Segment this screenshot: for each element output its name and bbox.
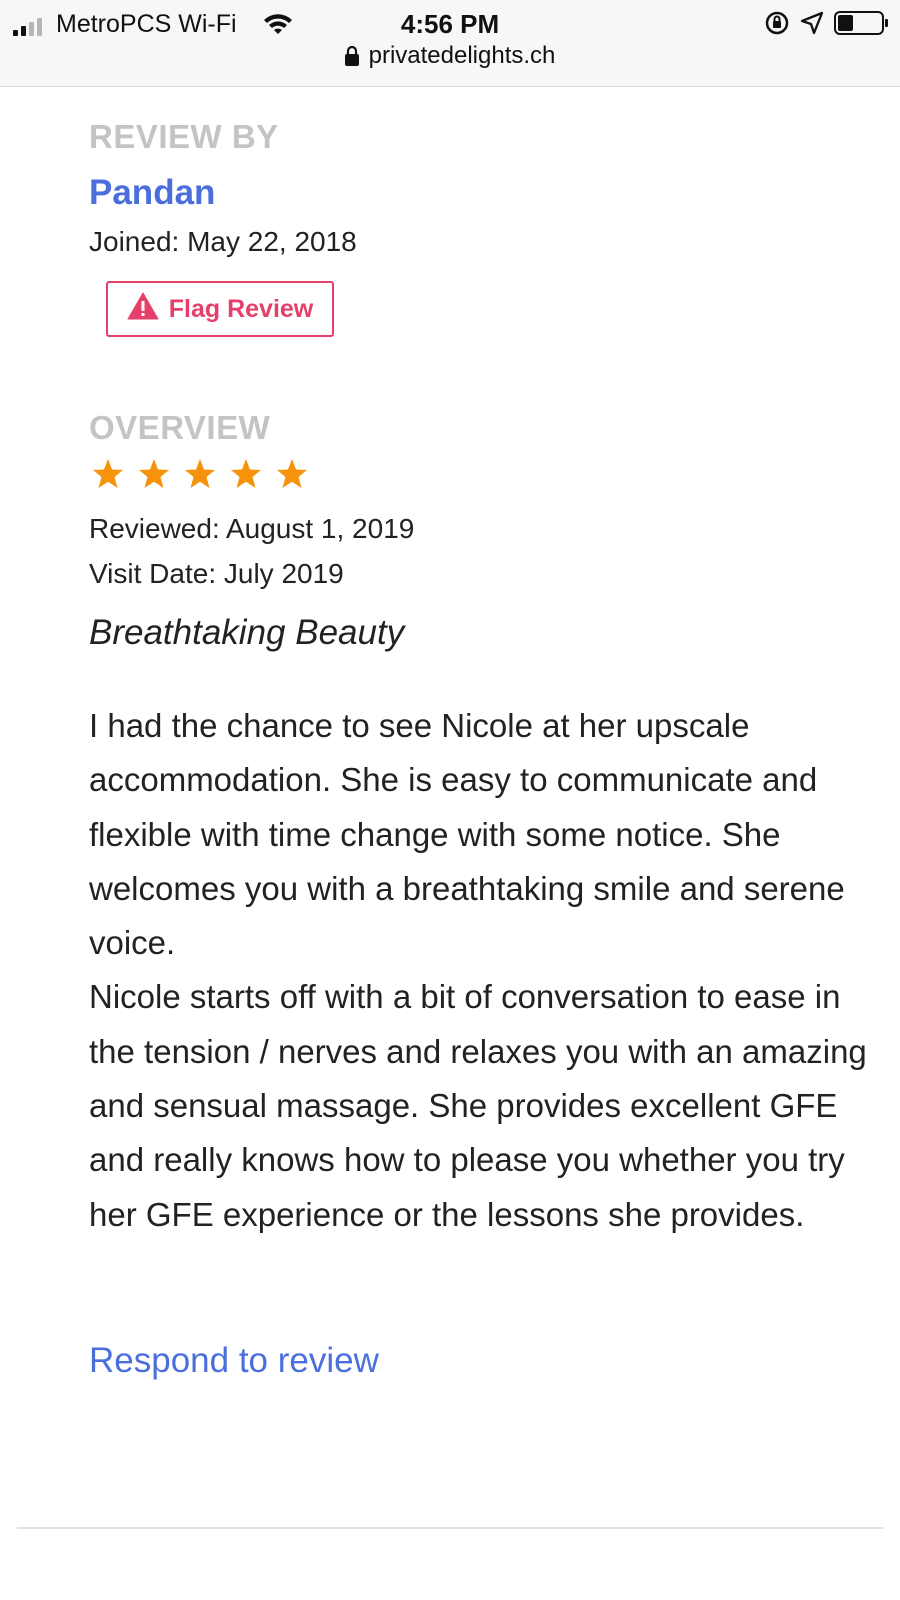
review-paragraph: Nicole starts off with a bit of conversa… xyxy=(89,978,867,1233)
star-icon xyxy=(230,458,262,494)
reviewer-name-link[interactable]: Pandan xyxy=(89,173,215,213)
warning-icon xyxy=(127,292,159,327)
star-icon xyxy=(184,458,216,494)
orientation-lock-icon xyxy=(764,10,790,41)
url-text: privatedelights.ch xyxy=(368,42,556,69)
flag-review-button[interactable]: Flag Review xyxy=(106,281,334,337)
review-paragraph: I had the chance to see Nicole at her up… xyxy=(89,707,845,962)
star-icon xyxy=(92,458,124,494)
star-icon xyxy=(276,458,308,494)
star-icon xyxy=(138,458,170,494)
battery-icon xyxy=(834,10,890,41)
reviewed-date: Reviewed: August 1, 2019 xyxy=(89,513,415,544)
flag-review-label: Flag Review xyxy=(168,294,314,323)
star-rating xyxy=(92,458,308,494)
joined-date: Joined: May 22, 2018 xyxy=(89,226,357,257)
review-body: I had the chance to see Nicole at her up… xyxy=(89,699,879,1242)
status-row: MetroPCS Wi-Fi 4:56 PM xyxy=(0,6,900,42)
lock-icon xyxy=(344,45,359,73)
overview-label: OVERVIEW xyxy=(89,409,271,446)
visit-date: Visit Date: July 2019 xyxy=(89,558,344,589)
respond-to-review-link[interactable]: Respond to review xyxy=(89,1341,379,1381)
status-right-icons xyxy=(764,10,890,41)
divider xyxy=(17,1527,883,1529)
ios-status-bar: MetroPCS Wi-Fi 4:56 PM privatedelights.c… xyxy=(0,0,900,87)
location-icon xyxy=(800,11,824,40)
review-content: REVIEW BY Pandan Joined: May 22, 2018 Fl… xyxy=(0,86,900,1600)
review-by-label: REVIEW BY xyxy=(89,118,279,155)
address-bar[interactable]: privatedelights.ch xyxy=(0,42,900,73)
review-title: Breathtaking Beauty xyxy=(89,613,405,652)
